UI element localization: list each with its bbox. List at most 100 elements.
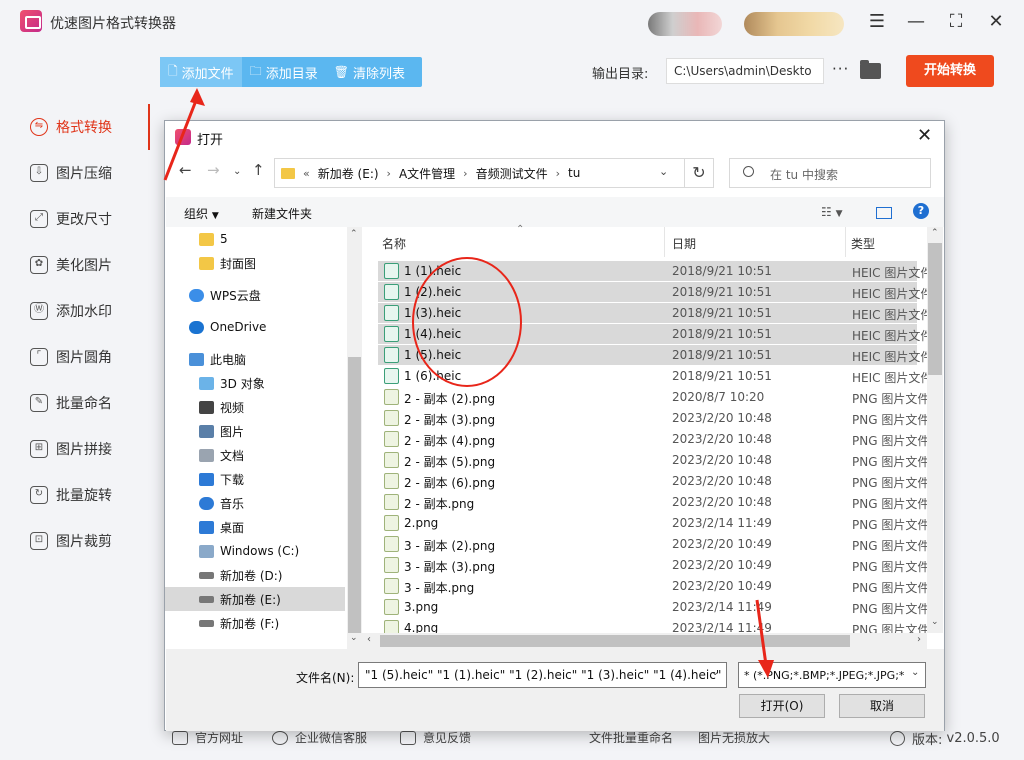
sidebar-active-indicator [148, 104, 150, 150]
dialog-close-button[interactable]: ✕ [917, 125, 932, 146]
file-row[interactable]: 3 - 副本.png 2023/2/20 10:49 PNG 图片文件 [378, 576, 929, 596]
scroll-up-icon[interactable]: ⌃ [931, 228, 939, 238]
file-list-h-scrollbar-thumb[interactable] [380, 635, 850, 647]
new-folder-button[interactable]: 新建文件夹 [252, 205, 312, 222]
clear-list-button[interactable]: 🗑 清除列表 [326, 57, 413, 87]
file-row[interactable]: 2 - 副本 (5).png 2023/2/20 10:48 PNG 图片文件 [378, 450, 929, 470]
forward-arrow-icon[interactable]: → [207, 161, 220, 179]
user-avatar-blurred[interactable] [648, 12, 722, 36]
footer-wechat-link[interactable]: 企业微信客服 [272, 729, 367, 746]
open-folder-icon[interactable] [860, 60, 881, 79]
nav-item[interactable]: 新加卷 (D:) [165, 563, 345, 587]
start-convert-button[interactable]: 开始转换 [906, 55, 994, 87]
sidebar-item-6[interactable]: ✎ 批量命名 [30, 391, 112, 415]
address-bar[interactable]: « 新加卷 (E:) › A文件管理 › 音频测试文件 › tu [274, 158, 714, 188]
preview-pane-icon[interactable] [876, 207, 892, 219]
nav-item[interactable]: WPS云盘 [165, 283, 345, 307]
footer-feedback-link[interactable]: 意见反馈 [400, 729, 471, 746]
nav-item[interactable]: 视频 [165, 395, 345, 419]
scroll-down-icon[interactable]: ⌄ [931, 617, 939, 627]
sidebar-item-9[interactable]: ⊡ 图片裁剪 [30, 529, 112, 553]
cancel-button[interactable]: 取消 [839, 694, 925, 718]
file-row[interactable]: 3 - 副本 (2).png 2023/2/20 10:49 PNG 图片文件 [378, 534, 929, 554]
file-row[interactable]: 1 (3).heic 2018/9/21 10:51 HEIC 图片文件 [378, 303, 932, 323]
filter-dropdown-chevron-icon[interactable]: ⌄ [911, 667, 920, 678]
breadcrumb-folder[interactable]: 音频测试文件 [476, 165, 548, 182]
vip-badge-blurred[interactable] [744, 12, 844, 36]
file-row[interactable]: 1 (5).heic 2018/9/21 10:51 HEIC 图片文件 [378, 345, 932, 365]
file-row[interactable]: 2.png 2023/2/14 11:49 PNG 图片文件 [378, 513, 929, 533]
add-file-button[interactable]: 🗋 添加文件 [160, 57, 242, 87]
menu-icon[interactable]: ☰ [864, 10, 890, 34]
close-button[interactable]: ✕ [983, 10, 1009, 34]
file-row[interactable]: 1 (1).heic 2018/9/21 10:51 HEIC 图片文件 [378, 261, 932, 281]
up-arrow-icon[interactable]: ↑ [252, 161, 265, 179]
scroll-right-icon[interactable]: › [917, 634, 921, 645]
sidebar-item-3[interactable]: ✿ 美化图片 [30, 253, 112, 277]
update-icon[interactable] [890, 731, 905, 746]
footer-website-link[interactable]: 官方网址 [172, 729, 243, 746]
add-folder-button[interactable]: 🗀 添加目录 [242, 57, 326, 87]
view-options-icon[interactable]: ☷ ▼ [821, 205, 843, 219]
nav-item[interactable]: 桌面 [165, 515, 345, 539]
file-row[interactable]: 1 (2).heic 2018/9/21 10:51 HEIC 图片文件 [378, 282, 932, 302]
refresh-icon[interactable]: ↻ [684, 158, 714, 188]
sidebar-item-4[interactable]: Ⓦ 添加水印 [30, 299, 112, 323]
scroll-down-icon[interactable]: ⌄ [350, 633, 358, 643]
nav-item[interactable]: 图片 [165, 419, 345, 443]
footer-lossless-link[interactable]: 图片无损放大 [698, 729, 770, 746]
nav-item[interactable]: 封面图 [165, 251, 345, 275]
file-list-scrollbar-thumb[interactable] [928, 243, 942, 375]
sidebar-item-2[interactable]: ⤢ 更改尺寸 [30, 207, 112, 231]
more-options-button[interactable]: ··· [832, 60, 849, 78]
file-row[interactable]: 2 - 副本 (4).png 2023/2/20 10:48 PNG 图片文件 [378, 429, 929, 449]
file-row[interactable]: 1 (6).heic 2018/9/21 10:51 HEIC 图片文件 [378, 366, 932, 386]
column-header-name[interactable]: 名称 [382, 235, 406, 252]
back-arrow-icon[interactable]: ← [179, 161, 192, 179]
scroll-left-icon[interactable]: ‹ [367, 634, 371, 645]
help-icon[interactable]: ? [913, 203, 929, 219]
nav-item[interactable]: 下载 [165, 467, 345, 491]
file-row[interactable]: 2 - 副本 (3).png 2023/2/20 10:48 PNG 图片文件 [378, 408, 929, 428]
png-file-icon [384, 410, 399, 426]
nav-item[interactable]: Windows (C:) [165, 539, 345, 563]
open-button[interactable]: 打开(O) [739, 694, 825, 718]
column-header-type[interactable]: 类型 [851, 235, 875, 252]
file-row[interactable]: 2 - 副本 (2).png 2020/8/7 10:20 PNG 图片文件 [378, 387, 929, 407]
nav-item[interactable]: 新加卷 (E:) [165, 587, 345, 611]
recent-locations-chevron-icon[interactable]: ⌄ [233, 166, 241, 177]
filename-dropdown-chevron-icon[interactable]: ⌄ [711, 667, 719, 678]
scroll-up-icon[interactable]: ⌃ [350, 229, 358, 239]
nav-item[interactable]: 音乐 [165, 491, 345, 515]
file-row[interactable]: 3.png 2023/2/14 11:49 PNG 图片文件 [378, 597, 929, 617]
nav-item[interactable]: 3D 对象 [165, 371, 345, 395]
sidebar-item-5[interactable]: ⌜ 图片圆角 [30, 345, 112, 369]
file-row[interactable]: 2 - 副本.png 2023/2/20 10:48 PNG 图片文件 [378, 492, 929, 512]
minimize-button[interactable]: — [903, 10, 929, 34]
nav-item[interactable]: OneDrive [165, 315, 345, 339]
nav-item[interactable]: 此电脑 [165, 347, 345, 371]
search-input[interactable]: 在 tu 中搜索 [729, 158, 931, 188]
file-row[interactable]: 1 (4).heic 2018/9/21 10:51 HEIC 图片文件 [378, 324, 932, 344]
maximize-button[interactable]: ⛶ [943, 10, 969, 34]
breadcrumb-drive[interactable]: 新加卷 (E:) [318, 165, 379, 182]
sidebar-item-7[interactable]: ⊞ 图片拼接 [30, 437, 112, 461]
organize-menu[interactable]: 组织 ▼ [184, 205, 219, 222]
breadcrumb-folder[interactable]: A文件管理 [399, 165, 455, 182]
nav-item[interactable]: 5 [165, 227, 345, 251]
column-header-date[interactable]: 日期 [672, 235, 696, 252]
nav-item[interactable]: 新加卷 (F:) [165, 611, 345, 635]
nav-pane-scrollbar-thumb[interactable] [348, 357, 361, 633]
breadcrumb-current[interactable]: tu [568, 166, 580, 180]
output-dir-input[interactable]: C:\Users\admin\Deskto [666, 58, 824, 84]
footer-batch-rename-link[interactable]: 文件批量重命名 [589, 729, 673, 746]
file-type-filter-select[interactable]: * (*.PNG;*.BMP;*.JPEG;*.JPG;* [738, 662, 926, 688]
sidebar-item-8[interactable]: ↻ 批量旋转 [30, 483, 112, 507]
file-row[interactable]: 2 - 副本 (6).png 2023/2/20 10:48 PNG 图片文件 [378, 471, 929, 491]
address-dropdown-chevron-icon[interactable]: ⌄ [659, 165, 668, 178]
sidebar-item-0[interactable]: ⇋ 格式转换 [30, 115, 112, 139]
filename-input[interactable]: "1 (5).heic" "1 (1).heic" "1 (2).heic" "… [358, 662, 727, 688]
sidebar-item-1[interactable]: ⇩ 图片压缩 [30, 161, 112, 185]
file-row[interactable]: 3 - 副本 (3).png 2023/2/20 10:49 PNG 图片文件 [378, 555, 929, 575]
nav-item[interactable]: 文档 [165, 443, 345, 467]
